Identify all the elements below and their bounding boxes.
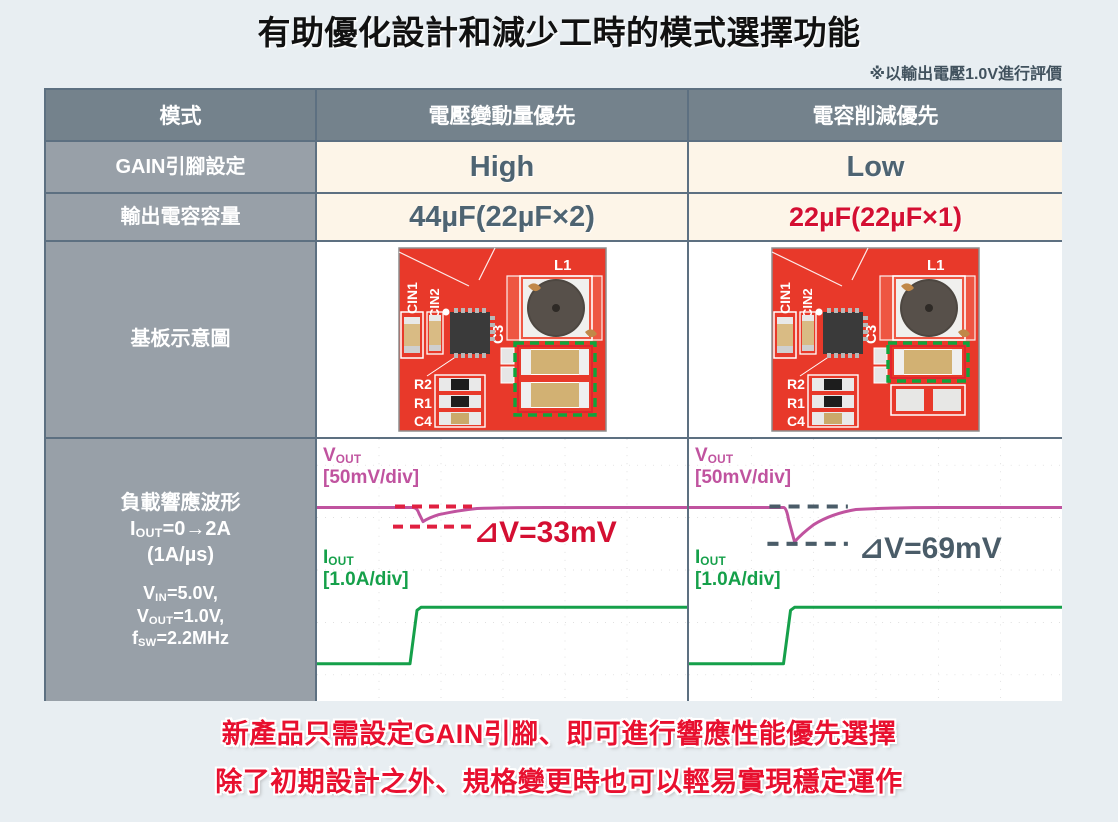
svg-text:CIN1: CIN1 <box>777 282 793 314</box>
svg-text:C4: C4 <box>414 413 432 429</box>
svg-text:R2: R2 <box>414 376 432 392</box>
evaluation-note: ※以輸出電壓1.0V進行評價 <box>869 66 1062 83</box>
page-title: 有助優化設計和減少工時的模式選擇功能 <box>257 14 861 51</box>
cell-waveform-right: VOUT [50mV/div] IOUT [1.0A/div] ⊿V=69mV <box>689 439 1062 701</box>
scope-plot-left <box>317 439 687 701</box>
condition-vin: VIN=5.0V, <box>143 583 218 605</box>
table-header-mode: 模式 <box>46 90 317 142</box>
load-response-line-2: IOUT=0→2A <box>130 518 231 541</box>
load-response-line-1: 負載響應波形 <box>120 492 241 515</box>
table-header-voltage-priority: 電壓變動量優先 <box>317 90 689 142</box>
svg-text:R1: R1 <box>787 395 805 411</box>
capacitance-value-left: 44µF(22µF×2) <box>409 200 595 233</box>
row-label-gain-setting: GAIN引腳設定 <box>46 142 317 194</box>
pcb-photo-left: CIN1 CIN2 C3 L1 R2 R1 C4 <box>317 242 687 437</box>
svg-text:CIN2: CIN2 <box>800 288 815 318</box>
cell-capacitance-left: 44µF(22µF×2) <box>317 194 689 242</box>
condition-vout: VOUT=1.0V, <box>136 605 225 627</box>
footer-line-1: 新產品只需設定GAIN引腳、即可進行響應性能優先選擇 <box>221 719 897 749</box>
pcb-illustration-right: CIN1 CIN2 C3 L1 R2 R1 C4 <box>770 246 981 433</box>
cell-gain-left: High <box>317 142 689 194</box>
svg-text:L1: L1 <box>927 257 945 274</box>
svg-text:CIN2: CIN2 <box>427 288 442 318</box>
comparison-table: 模式 電壓變動量優先 電容削減優先 GAIN引腳設定 High Low 輸出電容… <box>44 88 1062 701</box>
table-header-capacitance-priority: 電容削減優先 <box>689 90 1062 142</box>
capacitance-value-right: 22µF(22µF×1) <box>789 201 962 232</box>
scope-plot-right <box>689 439 1062 701</box>
svg-text:C4: C4 <box>787 413 805 429</box>
svg-text:C3: C3 <box>490 325 507 344</box>
cell-waveform-left: VOUT [50mV/div] IOUT [1.0A/div] ⊿V=33mV <box>317 439 689 701</box>
row-label-load-response: 負載響應波形 IOUT=0→2A (1A/µs) VIN=5.0V, VOUT=… <box>46 439 317 701</box>
cell-gain-right: Low <box>689 142 1062 194</box>
gain-value-right: Low <box>846 150 905 183</box>
scope-panel-right: VOUT [50mV/div] IOUT [1.0A/div] ⊿V=69mV <box>689 439 1062 701</box>
scope-panel-left: VOUT [50mV/div] IOUT [1.0A/div] ⊿V=33mV <box>317 439 687 701</box>
svg-text:CIN1: CIN1 <box>404 282 420 314</box>
svg-text:L1: L1 <box>554 257 572 274</box>
row-label-output-capacitance: 輸出電容容量 <box>46 194 317 242</box>
load-response-line-3: (1A/µs) <box>146 544 215 567</box>
pcb-photo-right: CIN1 CIN2 C3 L1 R2 R1 C4 <box>689 242 1062 437</box>
slide-root: 有助優化設計和減少工時的模式選擇功能 ※以輸出電壓1.0V進行評價 模式 電壓變… <box>0 0 1118 822</box>
gain-value-left: High <box>469 150 535 183</box>
row-label-board-diagram: 基板示意圖 <box>46 242 317 439</box>
cell-board-right: CIN1 CIN2 C3 L1 R2 R1 C4 <box>689 242 1062 439</box>
svg-text:R1: R1 <box>414 395 432 411</box>
svg-text:C3: C3 <box>863 325 880 344</box>
cell-board-left: CIN1 CIN2 C3 L1 R2 R1 C4 <box>317 242 689 439</box>
svg-text:R2: R2 <box>787 376 805 392</box>
condition-fsw: fSW=2.2MHz <box>131 628 230 650</box>
cell-capacitance-right: 22µF(22µF×1) <box>689 194 1062 242</box>
footer-line-2: 除了初期設計之外、規格變更時也可以輕易實現穩定運作 <box>215 767 903 797</box>
pcb-illustration-left: CIN1 CIN2 C3 L1 R2 R1 C4 <box>396 246 608 433</box>
